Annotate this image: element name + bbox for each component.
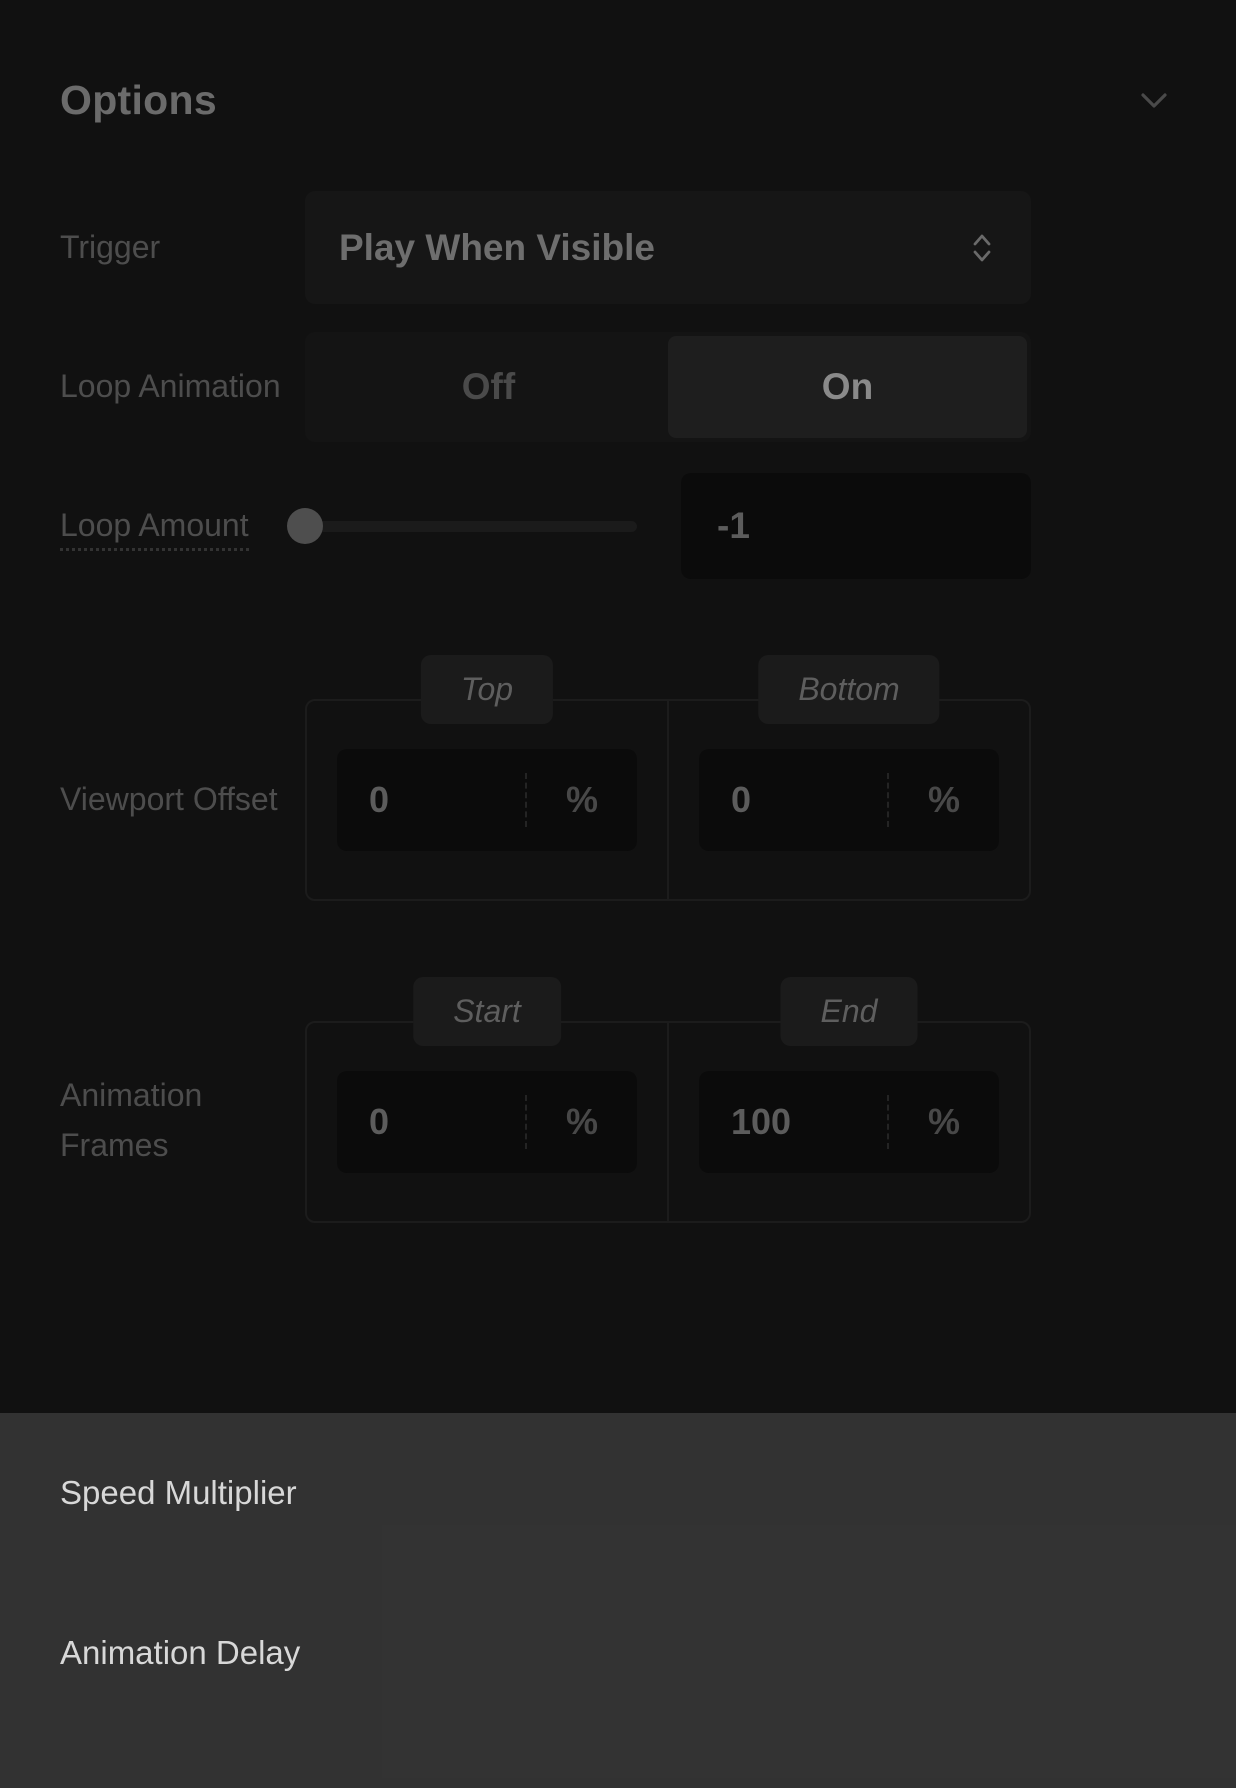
loop-animation-label: Loop Animation [60, 368, 281, 405]
trigger-label: Trigger [60, 228, 161, 265]
animation-frames-start-value: 0 [369, 1101, 390, 1142]
viewport-offset-bottom-value: 0 [731, 779, 752, 820]
loop-animation-off-button[interactable]: Off [309, 336, 668, 438]
page-title: Options [60, 76, 217, 123]
speed-multiplier-label: Speed Multiplier [60, 1474, 297, 1512]
animation-frames-end-legend: End [780, 977, 918, 1046]
viewport-offset-fieldset: Top 0 % Bottom 0 % [305, 655, 1031, 901]
loop-amount-slider-track [305, 520, 637, 532]
viewport-offset-top-column: Top 0 % [307, 655, 667, 899]
chevron-down-icon[interactable] [1132, 78, 1176, 122]
animation-frames-start-unit: % [565, 1101, 598, 1142]
loop-amount-input[interactable]: -1 [681, 473, 1031, 579]
viewport-offset-top-input[interactable]: 0 % [337, 749, 637, 851]
trigger-label-box: Trigger [0, 223, 290, 273]
trigger-select[interactable]: Play When Visible [305, 191, 1031, 304]
loop-animation-label-box: Loop Animation [0, 362, 290, 412]
speed-multiplier-row: Speed Multiplier [0, 1413, 1236, 1573]
viewport-offset-bottom-legend: Bottom [758, 655, 940, 724]
panel-header: Options [0, 45, 1236, 155]
loop-animation-segmented-control: Off On [305, 332, 1031, 442]
animation-frames-start-column: Start 0 % [307, 977, 667, 1221]
viewport-offset-bottom-column: Bottom 0 % [667, 655, 1029, 899]
viewport-offset-top-value: 0 [369, 779, 390, 820]
animation-frames-end-unit: % [927, 1101, 960, 1142]
animation-frames-start-input[interactable]: 0 % [337, 1071, 637, 1173]
animation-frames-end-column: End 100 % [667, 977, 1029, 1221]
viewport-offset-top-legend: Top [420, 655, 554, 724]
animation-delay-label: Animation Delay [60, 1634, 301, 1672]
highlight-overlay: Speed Multiplier Animation Delay 1 400 m… [0, 1413, 1236, 1788]
options-panel: Options Trigger Play When Visible Loop A… [0, 0, 1236, 1788]
trigger-value: Play When Visible [339, 226, 655, 268]
animation-frames-label-box: Animation Frames [0, 1071, 290, 1170]
animation-delay-row: Animation Delay [0, 1573, 1236, 1733]
animation-frames-end-value: 100 [731, 1101, 792, 1142]
loop-amount-slider[interactable] [287, 508, 637, 544]
loop-amount-label: Loop Amount [60, 507, 249, 552]
chevron-up-down-icon [967, 226, 997, 270]
loop-amount-slider-thumb[interactable] [287, 508, 323, 544]
viewport-offset-label-box: Viewport Offset [0, 775, 290, 825]
viewport-offset-bottom-input[interactable]: 0 % [699, 749, 999, 851]
animation-frames-fieldset: Start 0 % End 100 % [305, 977, 1031, 1223]
animation-frames-label: Animation Frames [60, 1077, 203, 1163]
viewport-offset-top-unit: % [565, 779, 598, 820]
animation-frames-start-legend: Start [413, 977, 561, 1046]
loop-amount-label-box: Loop Amount [0, 501, 290, 552]
loop-amount-value: -1 [717, 505, 750, 546]
viewport-offset-label: Viewport Offset [60, 781, 278, 818]
viewport-offset-bottom-unit: % [927, 779, 960, 820]
loop-animation-on-button[interactable]: On [668, 336, 1027, 438]
animation-frames-end-input[interactable]: 100 % [699, 1071, 999, 1173]
